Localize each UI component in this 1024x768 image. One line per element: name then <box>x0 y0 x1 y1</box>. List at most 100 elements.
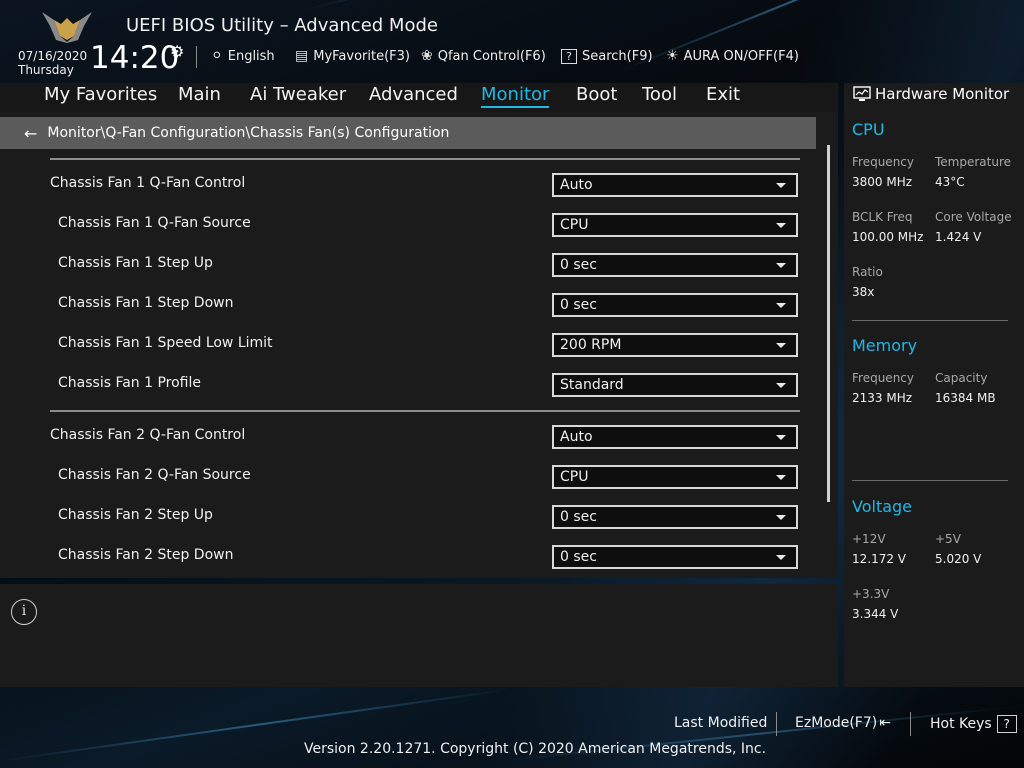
setting-label: Chassis Fan 2 Q-Fan Control <box>50 427 246 443</box>
chevron-down-icon <box>776 383 786 388</box>
back-arrow-icon[interactable]: ← <box>24 124 37 143</box>
footer-divider <box>910 712 911 736</box>
search-button[interactable]: ? Search(F9) <box>561 46 653 66</box>
aura-toggle-button[interactable]: ☀ AURA ON/OFF(F4) <box>666 46 799 66</box>
header-divider <box>196 46 197 68</box>
setting-label: Chassis Fan 1 Speed Low Limit <box>58 335 273 351</box>
fan2-qfan-source-dropdown[interactable]: CPU <box>552 465 798 489</box>
v33-label: +3.3V <box>852 587 890 601</box>
hardware-monitor-title: Hardware Monitor <box>853 85 1009 103</box>
cpu-frequency-value: 3800 MHz <box>852 175 913 189</box>
cpu-temperature-value: 43°C <box>935 175 965 189</box>
info-panel <box>0 584 838 687</box>
memory-frequency-label: Frequency <box>852 371 914 385</box>
qfan-control-label: Qfan Control(F6) <box>437 48 546 64</box>
globe-icon: ⚪ <box>211 48 223 64</box>
memory-heading: Memory <box>852 336 918 355</box>
monitor-icon <box>853 86 871 101</box>
dropdown-value: CPU <box>560 469 589 485</box>
tab-monitor[interactable]: Monitor <box>481 84 550 108</box>
fan1-profile-dropdown[interactable]: Standard <box>552 373 798 397</box>
search-icon: ? <box>561 48 577 64</box>
exit-arrow-icon: ⇤ <box>879 715 891 731</box>
bclk-label: BCLK Freq <box>852 210 913 224</box>
tab-main[interactable]: Main <box>178 84 221 105</box>
tab-ai-tweaker[interactable]: Ai Tweaker <box>250 84 346 105</box>
fan1-qfan-source-dropdown[interactable]: CPU <box>552 213 798 237</box>
ezmode-label: EzMode(F7) <box>795 715 878 731</box>
tab-boot[interactable]: Boot <box>576 84 617 105</box>
last-modified-label: Last Modified <box>674 715 768 731</box>
chevron-down-icon <box>776 223 786 228</box>
chevron-down-icon <box>776 515 786 520</box>
chevron-down-icon <box>776 435 786 440</box>
chevron-down-icon <box>776 183 786 188</box>
core-voltage-value: 1.424 V <box>935 230 982 244</box>
hw-divider <box>852 320 1008 321</box>
hardware-monitor-label: Hardware Monitor <box>875 85 1010 103</box>
fan2-qfan-control-dropdown[interactable]: Auto <box>552 425 798 449</box>
ezmode-button[interactable]: EzMode(F7) ⇤ <box>795 715 891 731</box>
tuf-logo-icon <box>42 12 92 43</box>
dropdown-value: 200 RPM <box>560 337 622 353</box>
dropdown-value: 0 sec <box>560 549 597 565</box>
v12-value: 12.172 V <box>852 552 907 566</box>
gear-icon[interactable]: ⚙ <box>170 42 184 61</box>
dropdown-value: 0 sec <box>560 257 597 273</box>
copyright-text: Version 2.20.1271. Copyright (C) 2020 Am… <box>304 741 767 757</box>
section-divider <box>50 158 800 160</box>
ratio-label: Ratio <box>852 265 883 279</box>
qfan-control-button[interactable]: ❀ Qfan Control(F6) <box>421 46 546 66</box>
setting-label: Chassis Fan 1 Profile <box>58 375 202 391</box>
setting-label: Chassis Fan 2 Step Up <box>58 507 213 523</box>
fan2-step-up-dropdown[interactable]: 0 sec <box>552 505 798 529</box>
fan2-step-down-dropdown[interactable]: 0 sec <box>552 545 798 569</box>
cpu-temperature-label: Temperature <box>935 155 1012 169</box>
setting-label: Chassis Fan 1 Q-Fan Control <box>50 175 246 191</box>
app-title: UEFI BIOS Utility – Advanced Mode <box>126 15 438 36</box>
setting-label: Chassis Fan 2 Q-Fan Source <box>58 467 251 483</box>
dropdown-value: Auto <box>560 429 593 445</box>
my-favorite-button[interactable]: ▤ MyFavorite(F3) <box>295 46 410 66</box>
language-button[interactable]: ⚪ English <box>211 46 275 66</box>
aura-icon: ☀ <box>666 48 679 64</box>
fan1-speed-low-limit-dropdown[interactable]: 200 RPM <box>552 333 798 357</box>
hw-divider <box>852 480 1008 481</box>
breadcrumb-path: Monitor\Q-Fan Configuration\Chassis Fan(… <box>47 125 450 141</box>
ratio-value: 38x <box>852 285 875 299</box>
core-voltage-label: Core Voltage <box>935 210 1012 224</box>
v33-value: 3.344 V <box>852 607 899 621</box>
fan1-step-down-dropdown[interactable]: 0 sec <box>552 293 798 317</box>
fan1-qfan-control-dropdown[interactable]: Auto <box>552 173 798 197</box>
tab-exit[interactable]: Exit <box>706 84 740 105</box>
v5-value: 5.020 V <box>935 552 982 566</box>
section-divider <box>50 410 800 412</box>
tab-advanced[interactable]: Advanced <box>369 84 458 105</box>
chevron-down-icon <box>776 303 786 308</box>
search-label: Search(F9) <box>582 48 653 64</box>
footer-divider <box>776 712 777 736</box>
chevron-down-icon <box>776 343 786 348</box>
memory-frequency-value: 2133 MHz <box>852 391 913 405</box>
fan1-step-up-dropdown[interactable]: 0 sec <box>552 253 798 277</box>
setting-label: Chassis Fan 1 Step Up <box>58 255 213 271</box>
memory-capacity-label: Capacity <box>935 371 988 385</box>
voltage-heading: Voltage <box>852 497 913 516</box>
dropdown-value: CPU <box>560 217 589 233</box>
bclk-value: 100.00 MHz <box>852 230 924 244</box>
aura-label: AURA ON/OFF(F4) <box>683 48 799 64</box>
tab-tool[interactable]: Tool <box>642 84 677 105</box>
chevron-down-icon <box>776 263 786 268</box>
hot-keys-button[interactable]: Hot Keys ? <box>930 715 1017 733</box>
cpu-heading: CPU <box>852 120 885 139</box>
dropdown-value: Standard <box>560 377 624 393</box>
cpu-frequency-label: Frequency <box>852 155 914 169</box>
memory-capacity-value: 16384 MB <box>935 391 996 405</box>
chevron-down-icon <box>776 555 786 560</box>
last-modified-button[interactable]: Last Modified <box>674 715 767 731</box>
fan-icon: ❀ <box>421 48 433 64</box>
settings-scrollbar[interactable] <box>827 145 830 502</box>
tab-my-favorites[interactable]: My Favorites <box>44 84 157 105</box>
breadcrumb: ← Monitor\Q-Fan Configuration\Chassis Fa… <box>0 117 816 149</box>
date-display: 07/16/2020 Thursday <box>18 49 87 77</box>
